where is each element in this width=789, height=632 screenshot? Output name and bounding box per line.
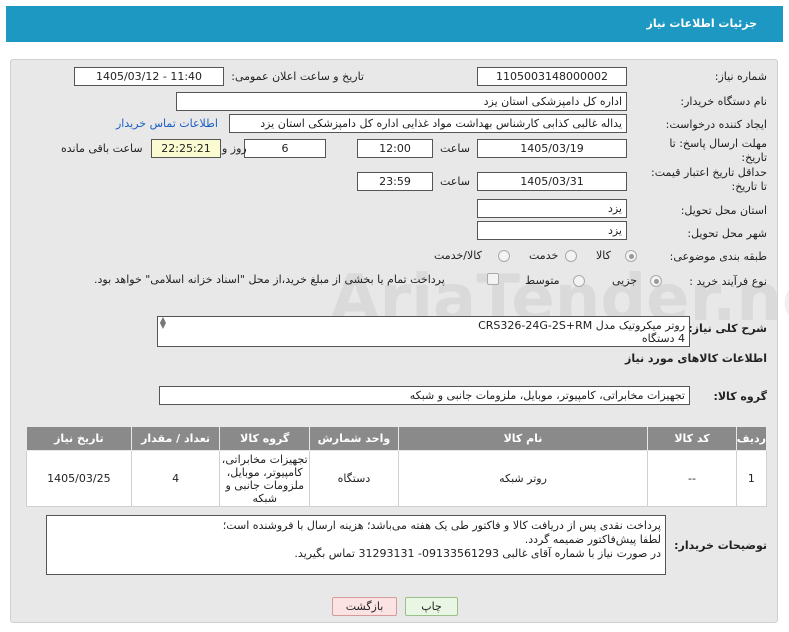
announce-date-field: 1405/03/12 - 11:40	[74, 67, 224, 86]
summary-textarea[interactable]: روتر میکروتیک مدل CRS326-24G-2S+RM 4 دست…	[157, 316, 690, 347]
days-label: روز و	[222, 142, 247, 155]
table-row: 1 -- روتر شبکه دستگاه تجهیزات مخابراتی، …	[26, 450, 768, 507]
col-group: گروه کالا	[219, 426, 311, 451]
validity-date-field: 1405/03/31	[477, 172, 627, 191]
summary-line-1: روتر میکروتیک مدل CRS326-24G-2S+RM	[478, 319, 685, 332]
col-unit: واحد شمارش	[309, 426, 399, 451]
goods-table-header: ردیف کد کالا نام کالا واحد شمارش گروه کا…	[26, 426, 768, 451]
remaining-label: ساعت باقی مانده	[61, 142, 143, 155]
cell-group-line: ملزومات جانبی و	[225, 478, 304, 492]
treasury-note: پرداخت تمام یا بخشی از مبلغ خرید،از محل …	[94, 273, 445, 286]
goods-table: ردیف کد کالا نام کالا واحد شمارش گروه کا…	[26, 426, 768, 507]
cell-group-line: شبکه	[252, 491, 277, 505]
buyer-notes-label: توضیحات خریدار:	[674, 539, 767, 552]
buyer-org-label: نام دستگاه خریدار:	[680, 95, 767, 108]
purchase-radio-medium[interactable]	[573, 275, 585, 287]
purchase-radio-minor[interactable]	[650, 275, 662, 287]
buyer-org-field: اداره کل دامپزشکی استان یزد	[176, 92, 627, 111]
cell-group-line: کامپیوتر، موبایل،	[226, 465, 303, 479]
col-row: ردیف	[735, 426, 768, 451]
cell-qty: 4	[130, 450, 221, 507]
cell-row: 1	[735, 450, 768, 507]
validity-time-field: 23:59	[357, 172, 433, 191]
page-header: جزئیات اطلاعات نیاز	[6, 6, 783, 42]
reply-date-field: 1405/03/19	[477, 139, 627, 158]
resize-arrows-icon[interactable]: ▲ ▼	[158, 316, 168, 330]
city-field: یزد	[477, 221, 627, 240]
buyer-contact-link[interactable]: اطلاعات تماس خریدار	[116, 117, 218, 130]
purchase-type-label: نوع فرآیند خرید :	[689, 275, 767, 288]
buyer-note-line: پرداخت نقدی پس از دریافت کالا و فاکتور ط…	[222, 519, 661, 532]
cell-unit: دستگاه	[309, 450, 399, 507]
goods-group-label: گروه کالا:	[713, 390, 767, 403]
cell-code: --	[647, 450, 737, 507]
col-code: کد کالا	[647, 426, 737, 451]
category-option-service: خدمت	[529, 249, 559, 262]
creator-label: ایجاد کننده درخواست:	[665, 118, 767, 131]
buyer-note-line: در صورت نیاز با شماره آقای غالبی 0913356…	[294, 547, 661, 560]
page-title: جزئیات اطلاعات نیاز	[646, 17, 758, 30]
cell-date: 1405/03/25	[26, 450, 132, 507]
treasury-checkbox[interactable]	[487, 273, 499, 285]
creator-field: یداله غالبی کذابی کارشناس بهداشت مواد غذ…	[229, 114, 627, 133]
price-validity-label: حداقل تاریخ اعتبار قیمت:	[651, 166, 767, 179]
city-label: شهر محل تحویل:	[687, 227, 767, 240]
days-field: 6	[244, 139, 326, 158]
category-label: طبقه بندی موضوعی:	[669, 250, 767, 263]
col-date: تاریخ نیاز	[26, 426, 132, 451]
province-field: یزد	[477, 199, 627, 218]
col-name: نام کالا	[397, 426, 649, 451]
reply-deadline-label-2: تاریخ:	[741, 151, 767, 164]
reply-time-field: 12:00	[357, 139, 433, 158]
buyer-notes-textarea[interactable]: پرداخت نقدی پس از دریافت کالا و فاکتور ط…	[46, 515, 666, 575]
back-button[interactable]: بازگشت	[332, 597, 397, 616]
goods-group-field: تجهیزات مخابراتی، کامپیوتر، موبایل، ملزو…	[159, 386, 690, 405]
cell-name: روتر شبکه	[397, 450, 649, 507]
need-number-field: 1105003148000002	[477, 67, 627, 86]
announce-label: تاریخ و ساعت اعلان عمومی:	[231, 70, 364, 83]
goods-section-title: اطلاعات کالاهای مورد نیاز	[625, 352, 767, 365]
cell-group-line: تجهیزات مخابراتی،	[221, 452, 308, 466]
province-label: استان محل تحویل:	[680, 204, 767, 217]
cell-group: تجهیزات مخابراتی، کامپیوتر، موبایل، ملزو…	[219, 450, 311, 507]
need-number-label: شماره نیاز:	[714, 70, 767, 83]
reply-deadline-label: مهلت ارسال پاسخ: تا	[669, 137, 767, 150]
category-radio-service[interactable]	[565, 250, 577, 262]
purchase-option-minor: جزیی	[612, 274, 638, 287]
purchase-option-medium: متوسط	[525, 274, 560, 287]
category-radio-goods-service[interactable]	[498, 250, 510, 262]
reply-time-label: ساعت	[440, 142, 470, 155]
col-qty: تعداد / مقدار	[130, 426, 221, 451]
buyer-note-line: لطفا پیش‌فاکتور ضمیمه گردد.	[524, 533, 661, 546]
print-button[interactable]: چاپ	[405, 597, 458, 616]
category-radio-goods[interactable]	[625, 250, 637, 262]
category-option-goods-service: کالا/خدمت	[434, 249, 482, 262]
category-option-goods: کالا	[596, 249, 611, 262]
remaining-time-field: 22:25:21	[151, 139, 221, 158]
validity-time-label: ساعت	[440, 175, 470, 188]
summary-label: شرح کلی نیاز:	[688, 322, 767, 335]
summary-line-2: 4 دستگاه	[641, 332, 685, 345]
price-validity-label-2: تا تاریخ:	[731, 180, 767, 193]
